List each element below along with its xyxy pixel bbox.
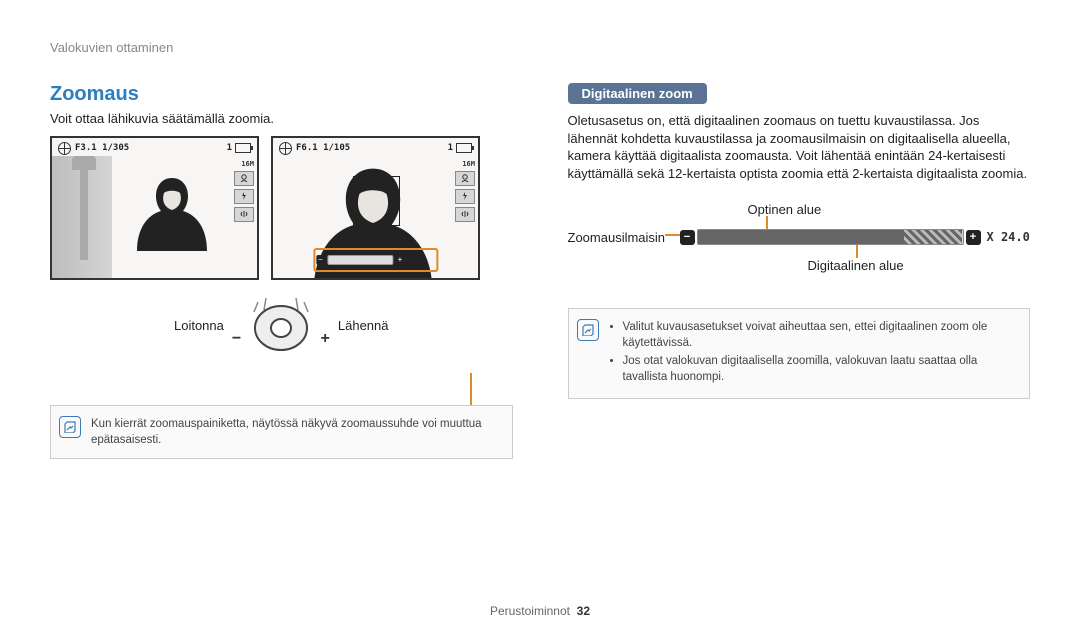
focus-frame <box>353 176 400 226</box>
plus-icon: + <box>395 255 404 265</box>
battery-icon <box>235 143 251 153</box>
zoom-intro: Voit ottaa lähikuvia säätämällä zoomia. <box>50 110 513 128</box>
zoom-indicator-bar: − + X 24.0 <box>680 229 1030 245</box>
breadcrumb: Valokuvien ottaminen <box>50 40 1030 55</box>
digital-zoom-para: Oletusasetus on, että digitaalinen zooma… <box>568 112 1031 182</box>
zoom-in-label: Lähennä <box>338 318 389 333</box>
zoom-out-label: Loitonna <box>174 318 224 333</box>
callout-line <box>665 234 680 236</box>
footer-page: 32 <box>577 604 590 618</box>
note-icon <box>577 319 599 341</box>
zoom-bar: − + X 10.4 <box>313 248 438 272</box>
footer-section: Perustoiminnot <box>490 604 570 618</box>
digital-zoom-pill: Digitaalinen zoom <box>568 83 707 104</box>
minus-icon: − <box>232 330 241 348</box>
zoom-ratio-value: X 10.4 <box>409 251 436 269</box>
zoom-indicator-label: Zoomausilmaisin <box>568 230 666 245</box>
zoom-heading: Zoomaus <box>50 83 513 106</box>
note-icon <box>59 416 81 438</box>
zoom-max-value: X 24.0 <box>987 230 1030 244</box>
note-item: Valitut kuvausasetukset voivat aiheuttaa… <box>623 319 1018 351</box>
callout-line <box>856 244 858 258</box>
note-box: Kun kierrät zoomauspainiketta, näytössä … <box>50 405 513 459</box>
mode-icon <box>58 142 71 155</box>
plus-icon: + <box>321 330 330 348</box>
optical-range-label: Optinen alue <box>748 202 822 217</box>
note-item: Jos otat valokuvan digitaalisella zoomil… <box>623 353 1018 385</box>
note-box: Valitut kuvausasetukset voivat aiheuttaa… <box>568 308 1031 398</box>
callout-line <box>766 216 768 230</box>
minus-icon: − <box>316 255 325 265</box>
digital-range-label: Digitaalinen alue <box>808 258 904 273</box>
shot-count: 1 <box>227 143 232 153</box>
page-footer: Perustoiminnot 32 <box>0 604 1080 618</box>
plus-icon: + <box>966 230 981 245</box>
shutter-button-illustration: − + <box>246 292 316 355</box>
camera-preview-zoomed: F6.1 1/105 1 16M <box>271 136 480 280</box>
note-text: Kun kierrät zoomauspainiketta, näytössä … <box>91 418 482 446</box>
camera-preview-wide: F3.1 1/305 1 16M <box>50 136 259 280</box>
minus-icon: − <box>680 230 695 245</box>
exposure-readout: F3.1 1/305 <box>75 143 129 153</box>
